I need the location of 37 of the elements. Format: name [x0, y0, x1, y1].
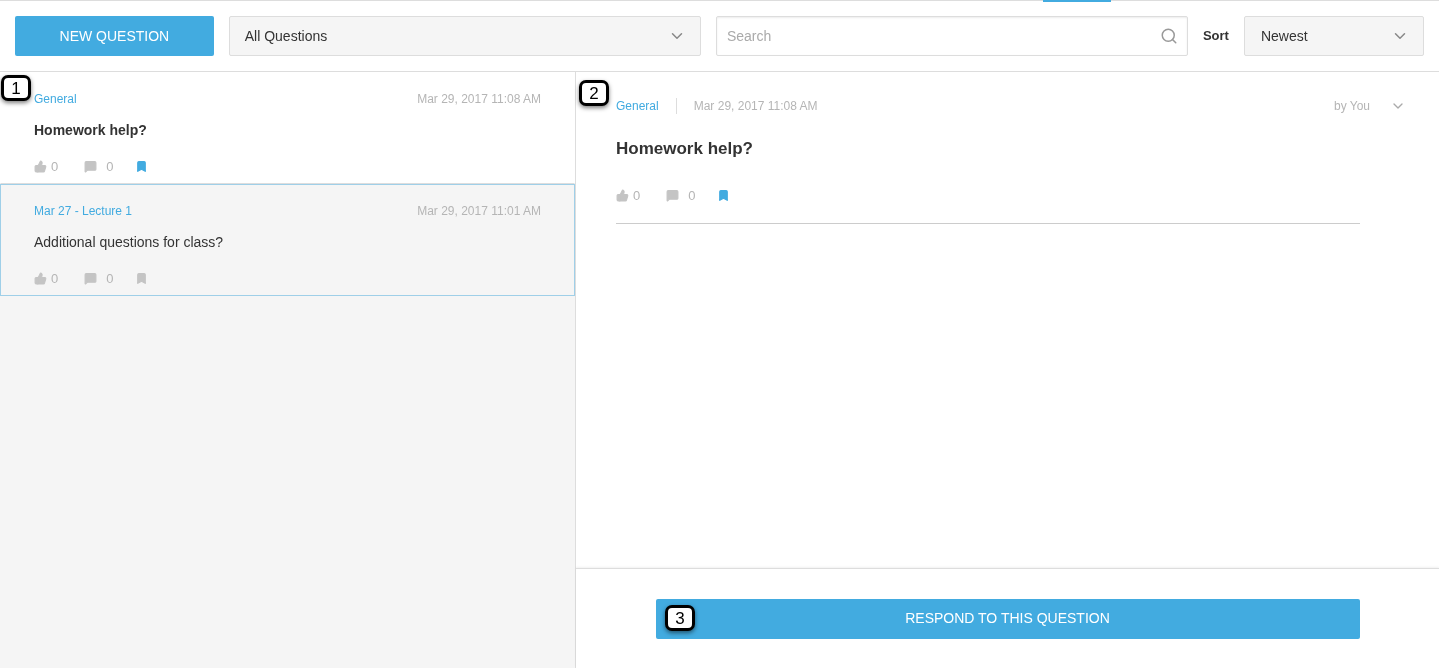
category-link[interactable]: General — [616, 97, 659, 115]
filter-dropdown[interactable]: All Questions — [228, 16, 701, 56]
question-date: Mar 29, 2017 11:01 AM — [417, 203, 541, 220]
comment-count: 0 — [106, 158, 114, 176]
callout-number: 2 — [579, 80, 609, 106]
search-field[interactable]: Search — [715, 16, 1188, 56]
category-link[interactable]: Mar 27 - Lecture 1 — [34, 202, 133, 220]
comment-icon[interactable] — [666, 188, 680, 202]
like-count: 0 — [51, 158, 59, 176]
thumbs-up-icon[interactable] — [34, 272, 47, 286]
callout-number: 3 — [665, 605, 695, 631]
bookmark-icon[interactable] — [135, 272, 149, 286]
new-question-button[interactable]: NEW QUESTION — [15, 16, 214, 56]
question-date: Mar 29, 2017 11:08 AM — [693, 98, 818, 115]
question-heading: Homework help? — [616, 138, 754, 160]
author-label: by You — [1333, 98, 1370, 115]
comment-icon[interactable] — [84, 272, 98, 286]
question-item[interactable]: 1 General Mar 29, 2017 11:08 AM Homework help? 0 0 — [0, 72, 575, 184]
search-icon[interactable] — [1159, 27, 1178, 45]
sort-dropdown[interactable]: Newest — [1243, 16, 1424, 56]
question-title: Homework help? — [34, 121, 148, 140]
comment-count: 0 — [688, 186, 696, 205]
question-date: Mar 29, 2017 11:08 AM — [417, 91, 541, 108]
sort-label: Sort — [1202, 27, 1229, 46]
comment-icon[interactable] — [84, 160, 98, 174]
question-title: Additional questions for class? — [34, 233, 225, 252]
thumbs-up-icon[interactable] — [34, 160, 47, 174]
question-item[interactable]: Mar 27 - Lecture 1 Mar 29, 2017 11:01 AM Additional questions for class? 0 0 — [0, 184, 575, 296]
like-count: 0 — [633, 186, 641, 205]
callout-number: 1 — [1, 75, 31, 101]
thumbs-up-icon[interactable] — [616, 188, 629, 202]
bookmark-icon[interactable] — [717, 188, 731, 202]
category-link[interactable]: General — [34, 90, 77, 108]
active-tab-indicator — [1043, 0, 1111, 2]
comment-count: 0 — [106, 270, 114, 288]
like-count: 0 — [51, 270, 59, 288]
bookmark-icon[interactable] — [135, 160, 149, 174]
